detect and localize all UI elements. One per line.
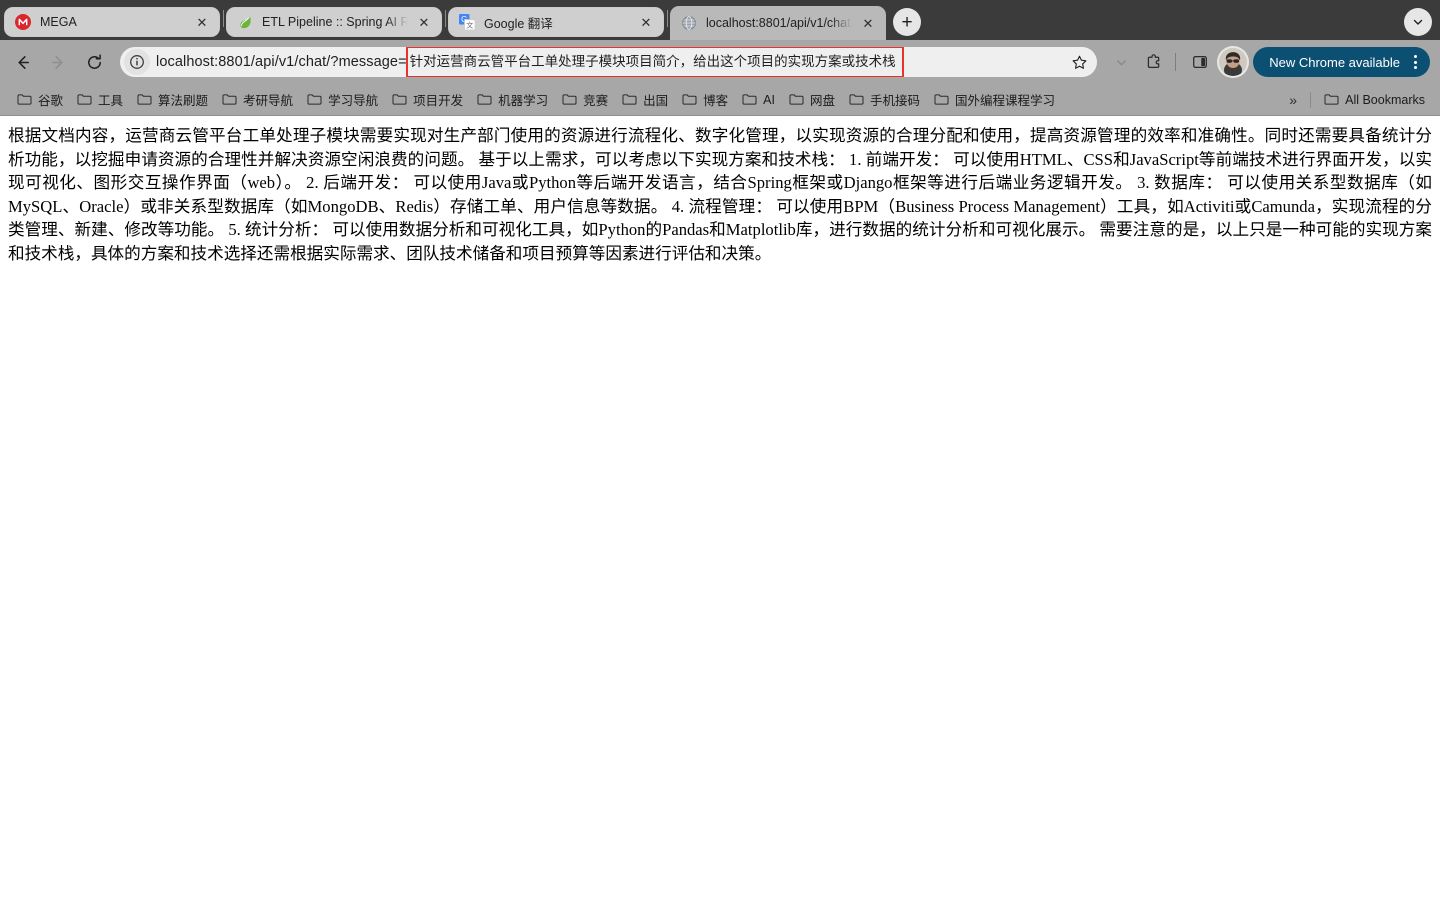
tab-title: ETL Pipeline :: Spring AI Refer	[262, 15, 408, 29]
bookmark-label: 国外编程课程学习	[955, 94, 1056, 108]
extensions-icon[interactable]	[1139, 47, 1169, 77]
tab-close-icon[interactable]: ✕	[192, 12, 212, 32]
browser-toolbar: localhost:8801/api/v1/chat/?message= 针对运…	[0, 40, 1440, 84]
bookmark-folder-shoujijiema[interactable]: 手机接码	[842, 88, 927, 112]
bookmark-label: 算法刷题	[158, 94, 209, 108]
reload-button[interactable]	[78, 46, 110, 78]
folder-icon	[477, 93, 492, 106]
tab-title: Google 翻译	[484, 16, 553, 31]
new-chrome-available-button[interactable]: New Chrome available	[1253, 47, 1430, 77]
side-panel-icon[interactable]	[1185, 47, 1215, 77]
omnibox-chevron-icon[interactable]	[1106, 47, 1136, 77]
bookmark-folder-xuexidaohang[interactable]: 学习导航	[300, 88, 385, 112]
tab-google-translate[interactable]: G 文 Google 翻译 ✕	[448, 7, 664, 37]
bookmark-label: 手机接码	[869, 94, 920, 108]
bookmark-label: 机器学习	[498, 94, 549, 108]
google-translate-icon: G 文	[458, 14, 475, 31]
tab-separator	[445, 9, 446, 27]
address-bar[interactable]: localhost:8801/api/v1/chat/?message= 针对运…	[120, 47, 1098, 77]
toolbar-divider	[1175, 53, 1177, 71]
bookmark-folder-chuguo[interactable]: 出国	[615, 88, 675, 112]
bookmark-folder-xiangmukaifa[interactable]: 项目开发	[385, 88, 470, 112]
bookmark-label: AI	[763, 92, 775, 107]
bookmark-label: 竞赛	[583, 94, 609, 108]
bookmark-label: 谷歌	[38, 94, 64, 108]
folder-icon	[307, 93, 322, 106]
folder-icon	[742, 93, 757, 106]
chat-response-text: 根据文档内容，运营商云管平台工单处理子模块需要实现对生产部门使用的资源进行流程化…	[8, 126, 1432, 263]
bookmark-folder-kaoyandaohang[interactable]: 考研导航	[215, 88, 300, 112]
bookmark-folder-guge[interactable]: 谷歌	[10, 88, 70, 112]
bookmark-label: 考研导航	[243, 94, 294, 108]
bookmark-folder-ai[interactable]: AI	[735, 88, 782, 112]
folder-icon	[789, 93, 804, 106]
tab-title: localhost:8801/api/v1/chat/?m	[706, 16, 852, 30]
folder-icon	[17, 93, 32, 106]
bookmark-label: 出国	[643, 94, 669, 108]
folder-icon	[682, 93, 697, 106]
url-highlighted-query: 针对运营商云管平台工单处理子模块项目简介，给出这个项目的实现方案或技术栈	[405, 47, 904, 77]
tab-strip: MEGA ✕ ETL Pipeline :: Spring AI Refer ✕…	[0, 0, 1440, 40]
bookmark-star-icon[interactable]	[1065, 48, 1093, 76]
bookmark-folder-guowaibianchengkechengxuexi[interactable]: 国外编程课程学习	[927, 88, 1062, 112]
mega-icon	[14, 14, 31, 31]
new-tab-button[interactable]: +	[893, 8, 921, 36]
url-text-field[interactable]: localhost:8801/api/v1/chat/?message= 针对运…	[156, 47, 1065, 77]
chrome-menu-icon[interactable]	[1404, 49, 1426, 75]
globe-icon	[680, 15, 697, 32]
spring-leaf-icon	[236, 14, 253, 31]
back-button[interactable]	[6, 46, 38, 78]
site-info-icon[interactable]	[124, 49, 150, 75]
all-bookmarks-button[interactable]: All Bookmarks	[1317, 88, 1432, 112]
tab-title: MEGA	[40, 15, 77, 29]
forward-button[interactable]	[42, 46, 74, 78]
svg-text:文: 文	[466, 21, 473, 30]
folder-icon	[934, 93, 949, 106]
tab-close-icon[interactable]: ✕	[414, 12, 434, 32]
bookmark-folder-jiqixuexi[interactable]: 机器学习	[470, 88, 555, 112]
folder-icon	[622, 93, 637, 106]
bookmark-folder-boke[interactable]: 博客	[675, 88, 735, 112]
browser-window: MEGA ✕ ETL Pipeline :: Spring AI Refer ✕…	[0, 0, 1440, 900]
bookmarks-divider	[1310, 91, 1312, 108]
tab-separator	[667, 9, 668, 27]
tab-strip-controls	[1404, 8, 1434, 36]
tab-mega[interactable]: MEGA ✕	[4, 7, 220, 37]
tab-separator	[223, 9, 224, 27]
bookmark-label: 网盘	[809, 94, 835, 108]
folder-icon	[77, 93, 92, 106]
page-content-area: 根据文档内容，运营商云管平台工单处理子模块需要实现对生产部门使用的资源进行流程化…	[0, 116, 1440, 900]
tab-close-icon[interactable]: ✕	[858, 13, 878, 33]
url-prefix-text: localhost:8801/api/v1/chat/?message=	[156, 54, 407, 70]
bookmark-folder-suanfashuati[interactable]: 算法刷题	[130, 88, 215, 112]
bookmark-folder-gongju[interactable]: 工具	[70, 88, 130, 112]
bookmarks-bar: 谷歌 工具 算法刷题 考研导航 学习导航 项目开发 机器学习 竞赛 出国 博客 …	[0, 84, 1440, 116]
folder-icon	[1324, 93, 1339, 106]
bookmarks-overflow-button[interactable]: »	[1282, 88, 1304, 112]
tab-close-icon[interactable]: ✕	[636, 12, 656, 32]
folder-icon	[392, 93, 407, 106]
update-button-label: New Chrome available	[1269, 54, 1400, 70]
avatar[interactable]	[1219, 48, 1248, 76]
bookmark-label: 博客	[703, 94, 729, 108]
chevron-down-icon[interactable]	[1404, 8, 1432, 36]
folder-icon	[562, 93, 577, 106]
folder-icon	[849, 93, 864, 106]
tab-etl-pipeline[interactable]: ETL Pipeline :: Spring AI Refer ✕	[226, 7, 442, 37]
bookmark-folder-jingsai[interactable]: 竞赛	[555, 88, 615, 112]
tab-localhost-chat[interactable]: localhost:8801/api/v1/chat/?m ✕	[670, 6, 886, 40]
all-bookmarks-label: All Bookmarks	[1345, 92, 1425, 107]
bookmark-label: 项目开发	[413, 94, 464, 108]
folder-icon	[137, 93, 152, 106]
bookmark-folder-wangpan[interactable]: 网盘	[782, 88, 842, 112]
bookmark-label: 工具	[98, 94, 124, 108]
folder-icon	[222, 93, 237, 106]
bookmark-label: 学习导航	[328, 94, 379, 108]
